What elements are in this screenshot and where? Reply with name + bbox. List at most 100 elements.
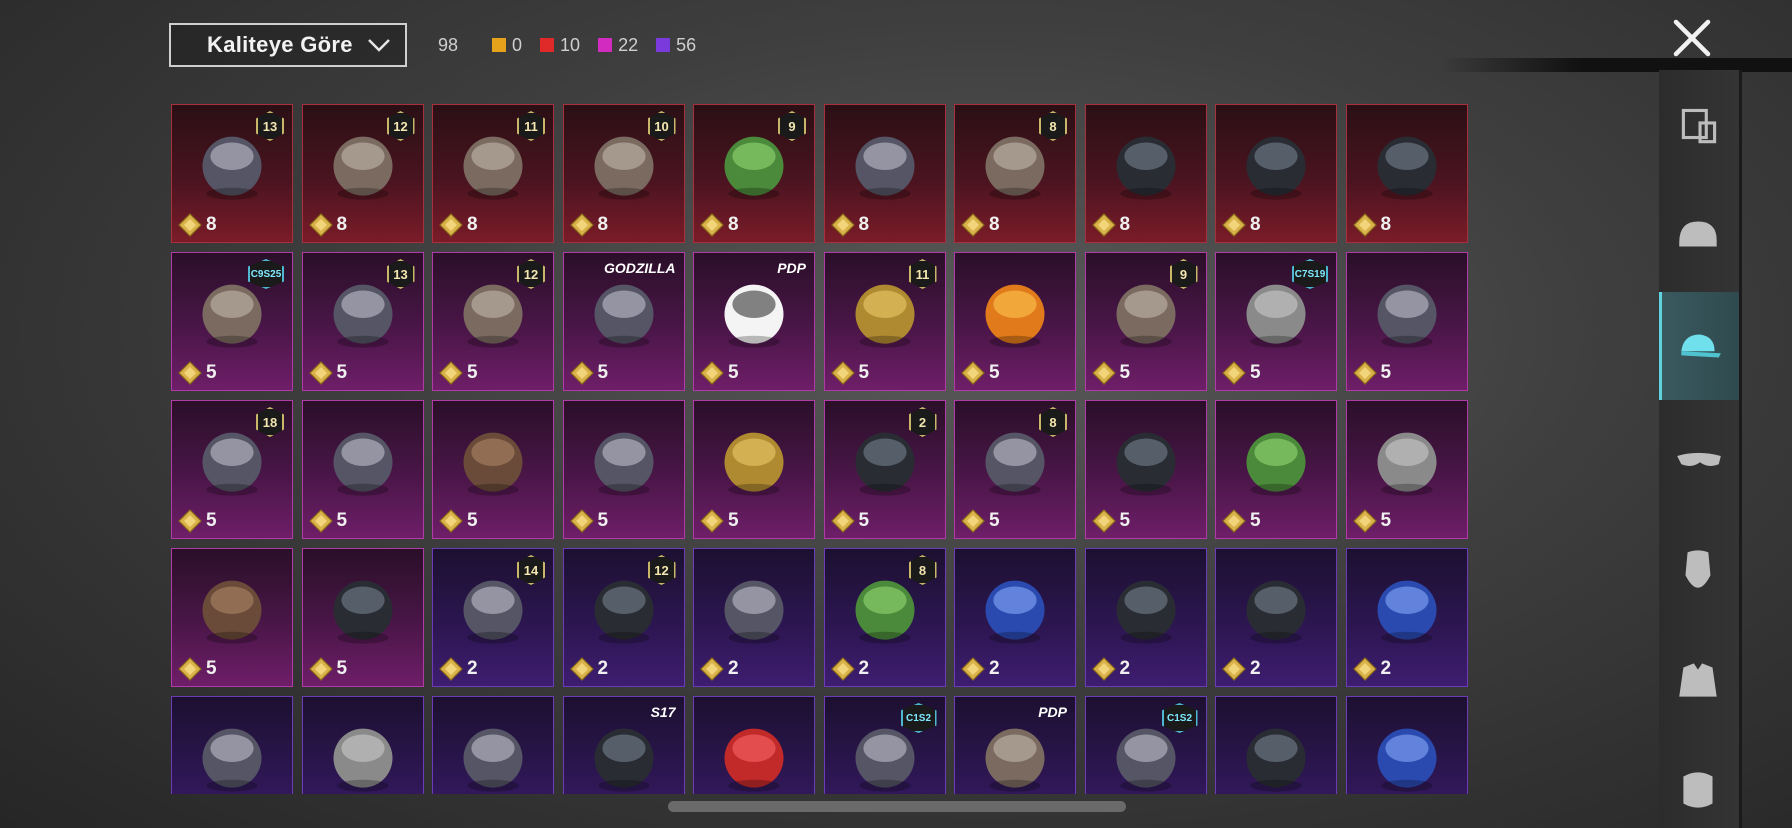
inventory-item[interactable] <box>301 696 424 794</box>
coin-icon <box>569 361 594 385</box>
sort-dropdown[interactable]: Kaliteye Göre <box>169 23 407 67</box>
coin-icon <box>1091 509 1116 533</box>
inventory-item[interactable]: 5 <box>1084 400 1207 539</box>
item-badge: PDP <box>777 260 806 276</box>
coin-icon <box>178 509 202 533</box>
inventory-item[interactable]: 5 <box>171 548 293 687</box>
inventory-item[interactable]: 12 2 <box>562 548 685 687</box>
item-value: 8 <box>439 213 478 237</box>
item-value: 8 <box>308 213 348 237</box>
inventory-item[interactable]: PDP <box>954 696 1076 794</box>
inventory-item[interactable]: 12 8 <box>301 104 424 243</box>
inventory-item[interactable]: 9 8 <box>693 104 815 243</box>
mask-tab[interactable] <box>1659 736 1739 828</box>
inventory-item[interactable]: 5 <box>432 400 554 539</box>
close-icon[interactable] <box>1668 14 1716 62</box>
inventory-item[interactable] <box>171 696 293 794</box>
epic-square-icon <box>598 38 613 52</box>
item-value: 8 <box>569 213 608 237</box>
item-value: 5 <box>961 509 1000 533</box>
inventory-item[interactable]: 8 2 <box>823 548 946 687</box>
inventory-item[interactable]: 5 <box>693 400 815 539</box>
item-value: 8 <box>830 213 869 237</box>
inventory-item[interactable]: 8 <box>1084 104 1207 243</box>
inventory-item[interactable]: 8 8 <box>954 104 1076 243</box>
coin-icon <box>700 213 724 237</box>
inventory-item[interactable]: 5 <box>1345 400 1468 539</box>
coin-icon <box>830 657 855 681</box>
inventory-item[interactable]: 2 <box>1215 548 1337 687</box>
mask-icon <box>1683 772 1713 808</box>
inventory-item[interactable]: 11 8 <box>432 104 554 243</box>
coin-icon <box>961 657 985 681</box>
coin-icon <box>1352 657 1377 681</box>
inventory-item[interactable]: 5 <box>562 400 685 539</box>
item-value-number: 8 <box>1119 214 1131 235</box>
inventory-item[interactable]: C1S2 <box>1084 696 1207 794</box>
item-value-number: 8 <box>336 214 348 235</box>
inventory-item[interactable]: 12 5 <box>432 252 554 391</box>
inventory-item[interactable]: 10 8 <box>562 104 685 243</box>
inventory-item[interactable]: 14 2 <box>432 548 554 687</box>
count-mythic: 10 <box>540 35 580 56</box>
jacket-tab[interactable] <box>1659 625 1739 733</box>
inventory-item[interactable]: 2 <box>1345 548 1468 687</box>
item-value: 5 <box>439 361 478 385</box>
inventory-item[interactable]: 13 5 <box>301 252 424 391</box>
glasses-tab[interactable] <box>1659 403 1739 511</box>
coin-icon <box>1091 361 1116 385</box>
inventory-item[interactable]: C1S2 <box>823 696 946 794</box>
outfit-tab[interactable] <box>1659 70 1739 178</box>
inventory-item[interactable] <box>1345 696 1468 794</box>
inventory-item[interactable]: 11 5 <box>823 252 946 391</box>
inventory-item[interactable]: 2 5 <box>823 400 946 539</box>
inventory-item[interactable]: 9 5 <box>1084 252 1207 391</box>
inventory-item[interactable]: 2 <box>1084 548 1207 687</box>
inventory-item[interactable]: 18 5 <box>171 400 293 539</box>
item-value-number: 2 <box>1380 658 1392 679</box>
item-value-number: 5 <box>206 510 217 531</box>
inventory-item[interactable]: 2 <box>693 548 815 687</box>
item-value: 2 <box>1222 657 1261 681</box>
inventory-item[interactable] <box>693 696 815 794</box>
inventory-item[interactable] <box>432 696 554 794</box>
sidebar-divider <box>1739 70 1742 828</box>
coin-icon <box>1091 657 1116 681</box>
item-value: 8 <box>178 213 217 237</box>
coin-icon <box>569 509 594 533</box>
legendary-square-icon <box>492 38 507 52</box>
inventory-item[interactable]: 13 8 <box>171 104 293 243</box>
inventory-item[interactable]: 5 <box>954 252 1076 391</box>
count-legendary-value: 0 <box>512 34 523 55</box>
item-value-number: 5 <box>1380 510 1392 531</box>
item-value-number: 5 <box>336 658 348 679</box>
item-value: 8 <box>961 213 1000 237</box>
inventory-item[interactable]: 8 5 <box>954 400 1076 539</box>
inventory-item[interactable]: GODZILLA 5 <box>562 252 685 391</box>
item-value: 2 <box>961 657 1000 681</box>
inventory-item[interactable]: 5 <box>301 400 424 539</box>
inventory-item[interactable]: S17 <box>562 696 685 794</box>
inventory-item[interactable]: C9S25 5 <box>171 252 293 391</box>
inventory-item[interactable]: C7S19 5 <box>1215 252 1337 391</box>
inventory-item[interactable]: 5 <box>1345 252 1468 391</box>
category-sidebar <box>1659 70 1742 828</box>
inventory-item[interactable]: 8 <box>823 104 946 243</box>
inventory-item[interactable]: 5 <box>301 548 424 687</box>
inventory-item[interactable]: 8 <box>1215 104 1337 243</box>
helmet-tab[interactable] <box>1659 181 1739 289</box>
coin-icon <box>1222 657 1246 681</box>
inventory-item[interactable]: 2 <box>954 548 1076 687</box>
count-rare-value: 56 <box>676 34 697 55</box>
inventory-item[interactable]: 5 <box>1215 400 1337 539</box>
inventory-item[interactable]: 8 <box>1345 104 1468 243</box>
item-value-number: 2 <box>989 658 1000 679</box>
hat-tab[interactable] <box>1659 292 1739 400</box>
face-tab[interactable] <box>1659 514 1739 622</box>
item-value-number: 8 <box>989 214 1000 235</box>
inventory-item[interactable]: PDP 5 <box>693 252 815 391</box>
item-value: 2 <box>700 657 739 681</box>
inventory-item[interactable] <box>1215 696 1337 794</box>
horizontal-scrollbar[interactable] <box>668 801 1126 812</box>
coin-icon <box>178 361 202 385</box>
